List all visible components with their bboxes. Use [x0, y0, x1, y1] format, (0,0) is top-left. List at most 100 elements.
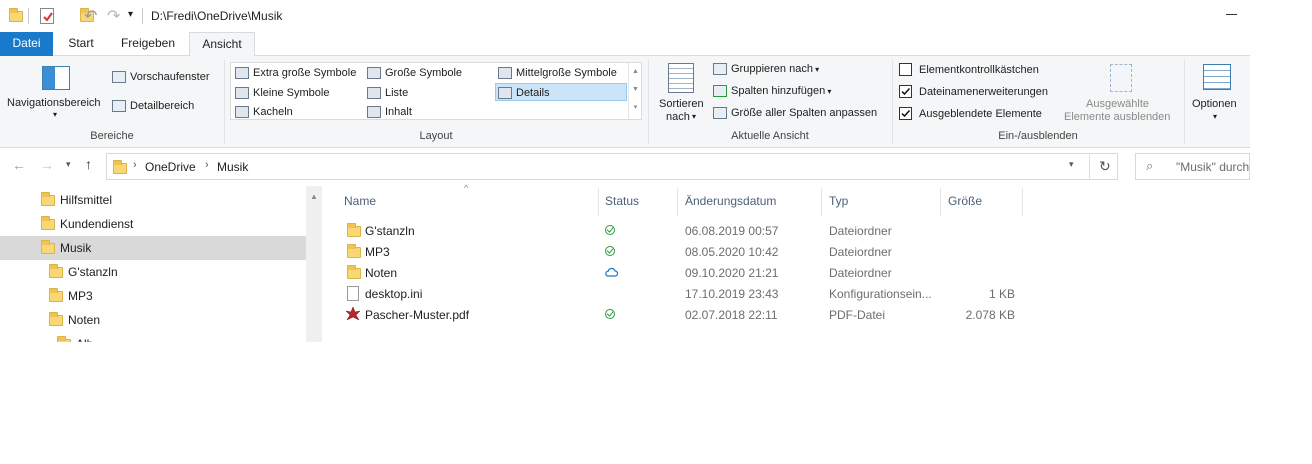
nach-label: nach [666, 111, 690, 123]
content-icon [367, 106, 381, 118]
column-header-datum[interactable]: Änderungsdatum [685, 194, 776, 214]
tab-freigeben[interactable]: Freigeben [110, 32, 186, 56]
title-bar: ↶ ↷ ▾ D:\Fredi\OneDrive\Musik [0, 0, 1250, 32]
dateinamenerweiterungen-label: Dateinamenerweiterungen [919, 86, 1049, 98]
forward-icon[interactable]: → [40, 157, 54, 173]
breadcrumb-onedrive[interactable]: OneDrive [145, 160, 196, 174]
nav-item-kundendienst[interactable]: Kundendienst [0, 212, 306, 236]
layout-label: Extra große Symbole [253, 67, 357, 79]
medium-icons-icon [498, 67, 512, 79]
tab-ansicht[interactable]: Ansicht [189, 32, 255, 57]
gruppieren-button[interactable]: Gruppieren nach ▾ [713, 63, 820, 76]
detailbereich-button[interactable]: Detailbereich [112, 100, 194, 113]
details-icon [498, 87, 512, 99]
column-header-typ[interactable]: Typ [829, 194, 848, 214]
address-bar[interactable]: › OneDrive › Musik ▾ ↻ [106, 153, 1118, 180]
file-type: Dateiordner [829, 266, 892, 280]
back-icon[interactable]: ← [12, 157, 26, 173]
navigationsbereich-button[interactable]: Navigationsbereich ▾ [4, 60, 106, 126]
up-icon[interactable]: ↑ [85, 156, 92, 172]
file-row[interactable]: desktop.ini 17.10.2019 23:43 Konfigurati… [340, 283, 1030, 304]
layout-details[interactable]: Details [495, 83, 627, 101]
file-row[interactable]: G'stanzln 06.08.2019 00:57 Dateiordner [340, 220, 1030, 241]
navigationsbereich-label: Navigationsbereich [7, 97, 101, 109]
navigation-pane-icon [42, 66, 70, 90]
navigation-pane: Hilfsmittel Kundendienst Musik G'stanzln… [0, 186, 322, 342]
cloud-status-icon [605, 267, 618, 277]
layout-label: Mittelgroße Symbole [516, 67, 617, 79]
chevron-down-icon: ▾ [812, 65, 820, 74]
ausgewaehlte-ausblenden-button[interactable]: Ausgewählte Elemente ausblenden [1064, 60, 1178, 126]
elementkontrollkaestchen-checkbox[interactable] [899, 63, 912, 76]
search-box[interactable]: ⌕ "Musik" durch [1135, 153, 1250, 180]
scroll-up-icon[interactable]: ▲ [310, 192, 318, 201]
list-icon [367, 87, 381, 99]
group-by-icon [713, 63, 727, 76]
layout-list[interactable]: Liste [365, 84, 408, 102]
file-row[interactable]: Pascher-Muster.pdf 02.07.2018 22:11 PDF-… [340, 304, 1030, 325]
ausgeblendete-elemente-label: Ausgeblendete Elemente [919, 108, 1042, 120]
recent-locations-icon[interactable]: ▾ [66, 159, 71, 170]
details-pane-icon [112, 100, 126, 113]
nav-item-partial[interactable]: Alb [0, 332, 306, 342]
folder-icon [9, 8, 23, 22]
search-icon: ⌕ [1146, 158, 1154, 173]
folder-icon [113, 160, 127, 174]
search-input[interactable]: "Musik" durch [1176, 160, 1249, 174]
minimize-icon[interactable] [1226, 14, 1237, 15]
spalten-button[interactable]: Spalten hinzufügen ▾ [713, 85, 831, 98]
breadcrumb-musik[interactable]: Musik [217, 160, 248, 174]
breadcrumb-chevron-icon[interactable]: › [133, 159, 137, 171]
group-label-bereiche: Bereiche [90, 130, 134, 142]
folder-icon [49, 288, 63, 302]
ausgeblendete-elemente-checkbox[interactable] [899, 107, 912, 120]
layout-small-icons[interactable]: Kleine Symbole [233, 84, 329, 102]
address-dropdown-icon[interactable]: ▾ [1069, 159, 1074, 170]
divider [1184, 60, 1185, 144]
group-label-aktuelle-ansicht: Aktuelle Ansicht [731, 130, 809, 142]
groesse-spalten-button[interactable]: Größe aller Spalten anpassen [713, 107, 877, 120]
layout-content[interactable]: Inhalt [365, 103, 412, 121]
optionen-button[interactable]: Optionen ▾ [1188, 60, 1246, 126]
layout-medium-icons[interactable]: Mittelgroße Symbole [496, 64, 617, 82]
file-date: 17.10.2019 23:43 [685, 287, 779, 301]
layout-tiles[interactable]: Kacheln [233, 103, 293, 121]
synced-status-icon [605, 246, 615, 256]
redo-icon[interactable]: ↷ [107, 6, 120, 26]
nav-scrollbar[interactable]: ▲ [306, 186, 322, 342]
nav-item-hilfsmittel[interactable]: Hilfsmittel [0, 188, 306, 212]
file-name: MP3 [365, 245, 390, 259]
nav-item-gstanzln[interactable]: G'stanzln [0, 260, 306, 284]
column-header-status[interactable]: Status [605, 194, 639, 214]
extra-large-icons-icon [235, 67, 249, 79]
sortieren-button[interactable]: Sortieren nach ▾ [656, 60, 708, 126]
tab-datei[interactable]: Datei [0, 32, 53, 56]
group-label-layout: Layout [419, 130, 453, 142]
folder-icon [57, 336, 71, 342]
properties-icon[interactable] [40, 8, 54, 24]
vorschaufenster-button[interactable]: Vorschaufenster [112, 71, 210, 84]
group-label-ein-ausblenden: Ein-/ausblenden [998, 130, 1078, 142]
column-header-groesse[interactable]: Größe [948, 194, 982, 214]
file-date: 06.08.2019 00:57 [685, 224, 779, 238]
file-row[interactable]: Noten 09.10.2020 21:21 Dateiordner [340, 262, 1030, 283]
layout-extra-large-icons[interactable]: Extra große Symbole [233, 64, 356, 82]
ribbon: Navigationsbereich ▾ Vorschaufenster Det… [0, 56, 1250, 148]
nav-item-musik[interactable]: Musik [0, 236, 306, 260]
gallery-scroll[interactable]: ▲ ▼ ▾ [628, 63, 642, 119]
breadcrumb-chevron-icon[interactable]: › [205, 159, 209, 171]
tab-start[interactable]: Start [56, 32, 106, 56]
refresh-icon[interactable]: ↻ [1099, 158, 1111, 175]
sort-ascending-icon: ^ [464, 183, 469, 193]
column-header-name[interactable]: Name [344, 194, 376, 214]
nav-item-noten[interactable]: Noten [0, 308, 306, 332]
divider [1022, 188, 1023, 216]
folder-icon [41, 192, 55, 206]
layout-large-icons[interactable]: Große Symbole [365, 64, 462, 82]
dateinamenerweiterungen-checkbox[interactable] [899, 85, 912, 98]
nav-item-mp3[interactable]: MP3 [0, 284, 306, 308]
sortieren-label: Sortieren [659, 98, 704, 110]
quick-access-dropdown-icon[interactable]: ▾ [128, 9, 133, 20]
undo-icon[interactable]: ↶ [84, 6, 97, 26]
file-row[interactable]: MP3 08.05.2020 10:42 Dateiordner [340, 241, 1030, 262]
